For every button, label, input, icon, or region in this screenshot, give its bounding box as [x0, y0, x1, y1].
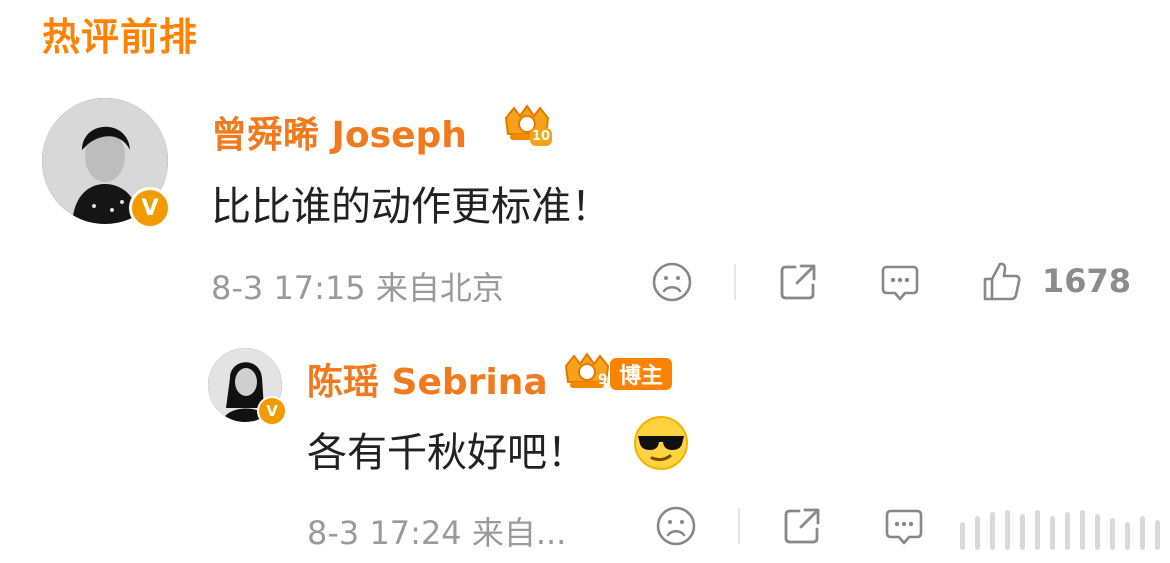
sunglasses-emoji-icon — [634, 416, 688, 470]
reply-meta: 8-3 17:24 来自... — [307, 514, 567, 552]
verified-mark: V — [266, 402, 278, 420]
crown-level-badge: 9 — [560, 352, 616, 394]
share-icon — [784, 508, 820, 544]
comment-username[interactable]: 曾舜晞 Joseph — [211, 106, 467, 158]
comment-text: 比比谁的动作更标准！ — [211, 184, 611, 230]
comment-bubble-icon — [885, 509, 923, 545]
like-count: 1678 — [1042, 262, 1132, 300]
share-icon — [780, 264, 816, 300]
comment-button[interactable] — [878, 260, 922, 304]
share-button[interactable] — [776, 260, 820, 304]
share-button[interactable] — [780, 504, 824, 548]
like-button[interactable] — [980, 258, 1024, 304]
crown-level: 10 — [532, 129, 551, 144]
author-tag: 博主 — [610, 358, 672, 390]
verified-badge: V — [129, 187, 171, 229]
action-divider — [734, 264, 736, 300]
sunglasses-emoji — [632, 414, 690, 472]
verified-mark: V — [141, 195, 159, 221]
section-title: 热评前排 — [42, 15, 199, 59]
reply-username[interactable]: 陈瑶 Sebrina — [307, 353, 548, 405]
comment-bubble-icon — [881, 265, 919, 301]
crown-level-badge: 10 — [500, 104, 554, 148]
dislike-button[interactable] — [654, 504, 698, 548]
sad-face-icon — [656, 506, 696, 546]
watermark — [960, 506, 1160, 550]
dislike-button[interactable] — [650, 260, 694, 304]
sad-face-icon — [652, 262, 692, 302]
comment-meta: 8-3 17:15 来自北京 — [211, 269, 504, 307]
reply-text: 各有千秋好吧！ — [307, 430, 587, 476]
verified-badge: V — [257, 396, 287, 426]
action-divider — [738, 508, 740, 544]
crown-level: 9 — [598, 372, 608, 388]
thumbs-up-icon — [983, 262, 1021, 301]
comment-button[interactable] — [882, 504, 926, 548]
